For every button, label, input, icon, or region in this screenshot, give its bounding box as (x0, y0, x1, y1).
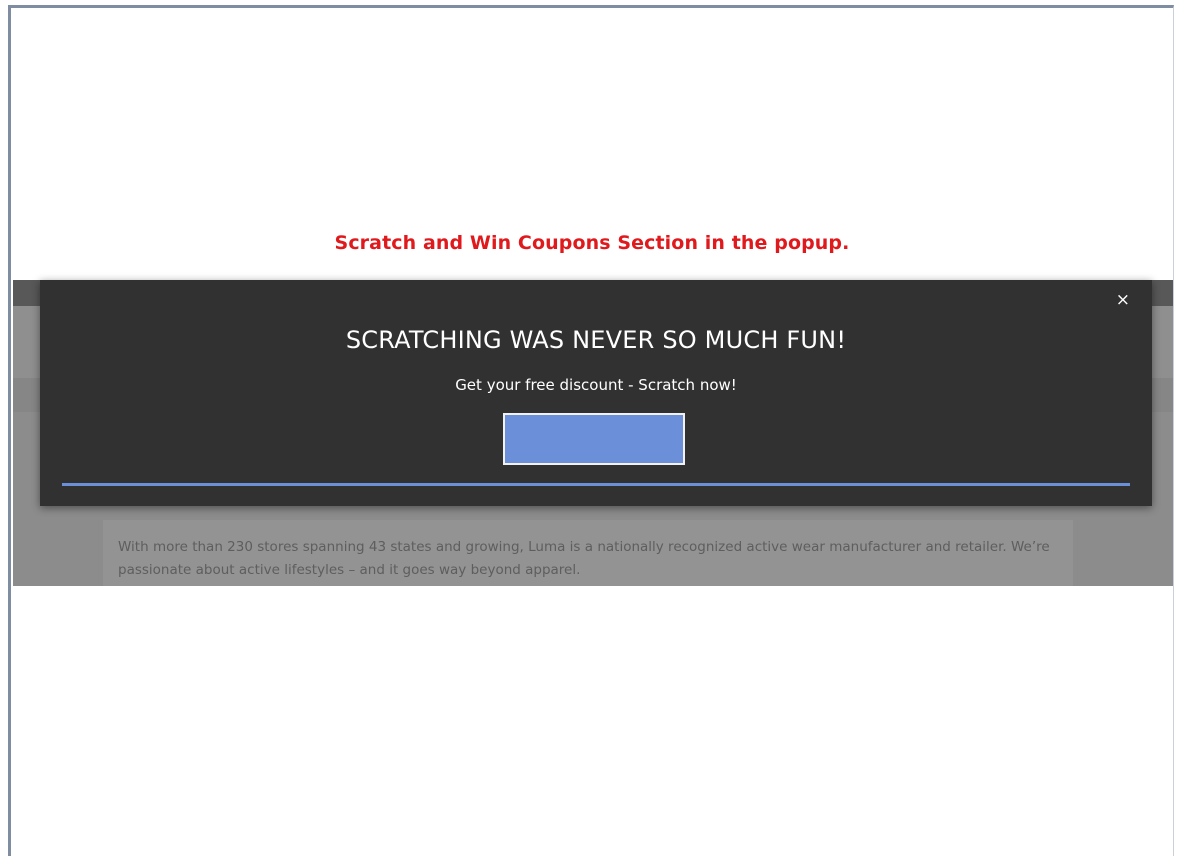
screenshot-frame: Scratch and Win Coupons Section in the p… (8, 5, 1174, 856)
screenshot-caption: Scratch and Win Coupons Section in the p… (334, 232, 850, 254)
popup-subtitle: Get your free discount - Scratch now! (455, 376, 737, 394)
popup-divider (62, 483, 1130, 486)
page-intro-text: With more than 230 stores spanning 43 st… (118, 539, 1050, 578)
scratch-win-popup: × SCRATCHING WAS NEVER SO MUCH FUN! Get … (40, 280, 1152, 506)
page-intro-card: With more than 230 stores spanning 43 st… (103, 520, 1073, 586)
scratch-card-area[interactable] (503, 413, 685, 465)
popup-title: SCRATCHING WAS NEVER SO MUCH FUN! (345, 326, 847, 354)
close-icon[interactable]: × (1116, 290, 1130, 310)
